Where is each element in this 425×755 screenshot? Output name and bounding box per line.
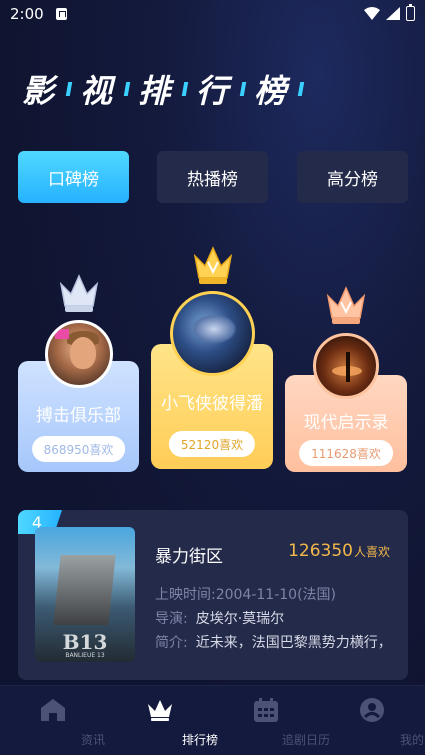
- podium-movie-name: 现代启示录: [303, 413, 389, 433]
- podium-movie-name: 搏击俱乐部: [36, 406, 121, 426]
- title-char: 视: [80, 72, 117, 110]
- release-value: 2004-11-10(法国): [215, 587, 337, 603]
- director-label: 导演:: [155, 611, 188, 627]
- poster-art: [55, 329, 69, 339]
- synopsis-value: 近未来，法国巴黎黑势力横行，: [195, 635, 392, 651]
- director-value: 皮埃尔·莫瑞尔: [195, 611, 285, 627]
- release-date: 上映时间:2004-11-10(法国): [155, 584, 336, 604]
- list-item[interactable]: 4 B13 BANLIEUE 13 暴力街区 126350 人喜欢 上映时间:2…: [18, 510, 408, 680]
- movie-title: 暴力街区: [155, 547, 223, 567]
- status-time: 2:00: [10, 5, 44, 23]
- podium-likes-badge: 868950喜欢: [31, 436, 126, 462]
- battery-icon: [406, 4, 415, 21]
- title-dot-decoration: [123, 82, 131, 96]
- title-dot-decoration: [65, 82, 73, 96]
- movie-poster[interactable]: B13 BANLIEUE 13: [35, 527, 135, 662]
- calendar-icon: [254, 698, 278, 722]
- title-dot-decoration: [181, 82, 189, 96]
- status-bar: 2:00: [0, 0, 425, 30]
- poster-logo: B13: [62, 630, 108, 654]
- likes-number: 126350: [288, 541, 353, 561]
- release-label: 上映时间:: [155, 587, 216, 603]
- bronze-crown-icon: [326, 286, 366, 324]
- crown-icon: [148, 700, 172, 721]
- tab-top-rated[interactable]: 高分榜: [297, 151, 408, 203]
- poster-art: [191, 314, 237, 344]
- poster-subtitle: BANLIEUE 13: [65, 652, 105, 659]
- podium-likes-badge: 111628喜欢: [299, 440, 393, 466]
- silver-crown-icon: [59, 274, 99, 312]
- home-icon: [41, 699, 65, 721]
- title-char: 影: [22, 72, 59, 110]
- nav-label: 我的: [399, 733, 424, 747]
- gold-crown-icon: [193, 246, 233, 284]
- podium-poster-rank-1[interactable]: [170, 291, 255, 376]
- poster-art: [346, 352, 350, 382]
- poster-art: [53, 555, 116, 625]
- podium-likes-badge: 52120喜欢: [168, 431, 256, 457]
- likes-count: 126350 人喜欢: [288, 541, 390, 561]
- synopsis-label: 简介:: [155, 635, 188, 651]
- status-indicators: [364, 4, 415, 21]
- nav-item-ranking[interactable]: 排行榜: [120, 686, 218, 755]
- title-char: 行: [196, 72, 233, 110]
- nav-item-news[interactable]: 资讯: [13, 686, 105, 755]
- poster-art: [70, 337, 96, 369]
- podium-movie-name: 小飞侠彼得潘: [161, 394, 263, 414]
- bottom-nav: 资讯 排行榜 追剧日历 我的: [0, 685, 425, 755]
- nav-item-calendar[interactable]: 追剧日历: [226, 686, 330, 755]
- profile-icon: [360, 698, 384, 722]
- title-dot-decoration: [297, 82, 305, 96]
- page-title: 影 视 排 行 榜: [22, 66, 312, 112]
- signal-icon: [386, 7, 400, 20]
- director: 导演: 皮埃尔·莫瑞尔: [155, 608, 284, 628]
- app-notification-icon: [56, 8, 67, 20]
- ranking-tabs: 口碑榜 热播榜 高分榜: [18, 151, 408, 203]
- likes-unit: 人喜欢: [353, 545, 390, 559]
- nav-item-profile[interactable]: 我的: [332, 686, 424, 755]
- wifi-icon: [364, 7, 380, 20]
- podium-poster-rank-2[interactable]: [45, 320, 113, 388]
- podium-poster-rank-3[interactable]: [313, 333, 379, 399]
- tab-trending[interactable]: 热播榜: [157, 151, 268, 203]
- synopsis: 简介: 近未来，法国巴黎黑势力横行，: [155, 632, 395, 652]
- title-char: 排: [138, 72, 175, 110]
- tab-reputation[interactable]: 口碑榜: [18, 151, 129, 203]
- title-char: 榜: [254, 72, 291, 110]
- title-dot-decoration: [239, 82, 247, 96]
